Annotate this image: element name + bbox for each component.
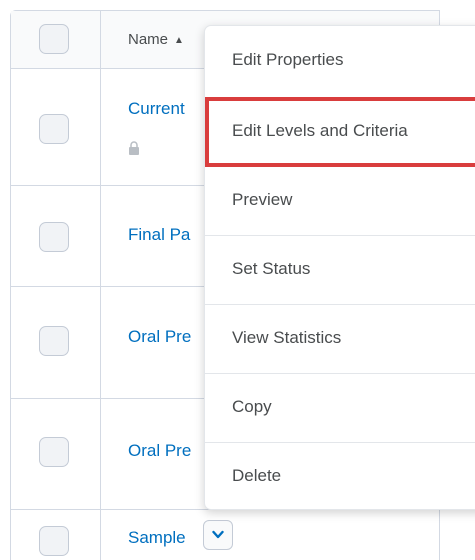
row-checkbox-cell [11, 510, 101, 560]
row-checkbox[interactable] [39, 526, 69, 556]
row-name-cell: Sample [128, 510, 439, 560]
table-row: Sample [11, 510, 439, 560]
menu-item-label: Delete [232, 466, 282, 485]
select-all-cell [11, 11, 101, 68]
menu-item-label: Preview [232, 190, 293, 209]
name-header-label: Name [128, 31, 169, 48]
menu-item-view-statistics[interactable]: View Statistics [205, 305, 475, 374]
actions-menu-button[interactable] [203, 520, 233, 550]
row-checkbox-cell [11, 287, 101, 398]
rubric-name-link[interactable]: Final Pa [128, 225, 190, 245]
menu-item-delete[interactable]: Delete [205, 443, 475, 511]
lock-icon [129, 141, 139, 155]
actions-context-menu: Edit Properties Edit Levels and Criteria… [204, 25, 475, 510]
sort-ascending-icon: ▲ [174, 35, 184, 46]
name-column-header[interactable]: Name ▲ [128, 31, 184, 48]
menu-item-preview[interactable]: Preview [205, 167, 475, 236]
menu-item-edit-levels-and-criteria[interactable]: Edit Levels and Criteria [205, 98, 475, 167]
chevron-down-icon [212, 530, 224, 539]
menu-item-copy[interactable]: Copy [205, 374, 475, 443]
row-checkbox-cell [11, 399, 101, 509]
rubric-name-link[interactable]: Sample [128, 528, 186, 548]
menu-item-label: View Statistics [232, 328, 342, 347]
menu-item-edit-properties[interactable]: Edit Properties [205, 26, 475, 98]
rubric-name-link[interactable]: Current [128, 99, 185, 119]
rubric-name-link[interactable]: Oral Pre [128, 441, 191, 461]
menu-item-label: Set Status [232, 259, 311, 278]
row-checkbox[interactable] [39, 114, 69, 144]
row-checkbox[interactable] [39, 437, 69, 467]
menu-item-label: Edit Properties [232, 50, 344, 69]
row-checkbox[interactable] [39, 326, 69, 356]
row-checkbox[interactable] [39, 222, 69, 252]
menu-item-set-status[interactable]: Set Status [205, 236, 475, 305]
row-checkbox-cell [11, 186, 101, 286]
rubric-name-link[interactable]: Oral Pre [128, 327, 191, 347]
rubrics-list-view: Name ▲ Current Final Pa Oral Pre Oral Pr… [0, 0, 475, 560]
select-all-checkbox[interactable] [39, 24, 69, 54]
row-checkbox-cell [11, 69, 101, 185]
menu-item-label: Copy [232, 397, 272, 416]
menu-item-label: Edit Levels and Criteria [232, 121, 408, 140]
